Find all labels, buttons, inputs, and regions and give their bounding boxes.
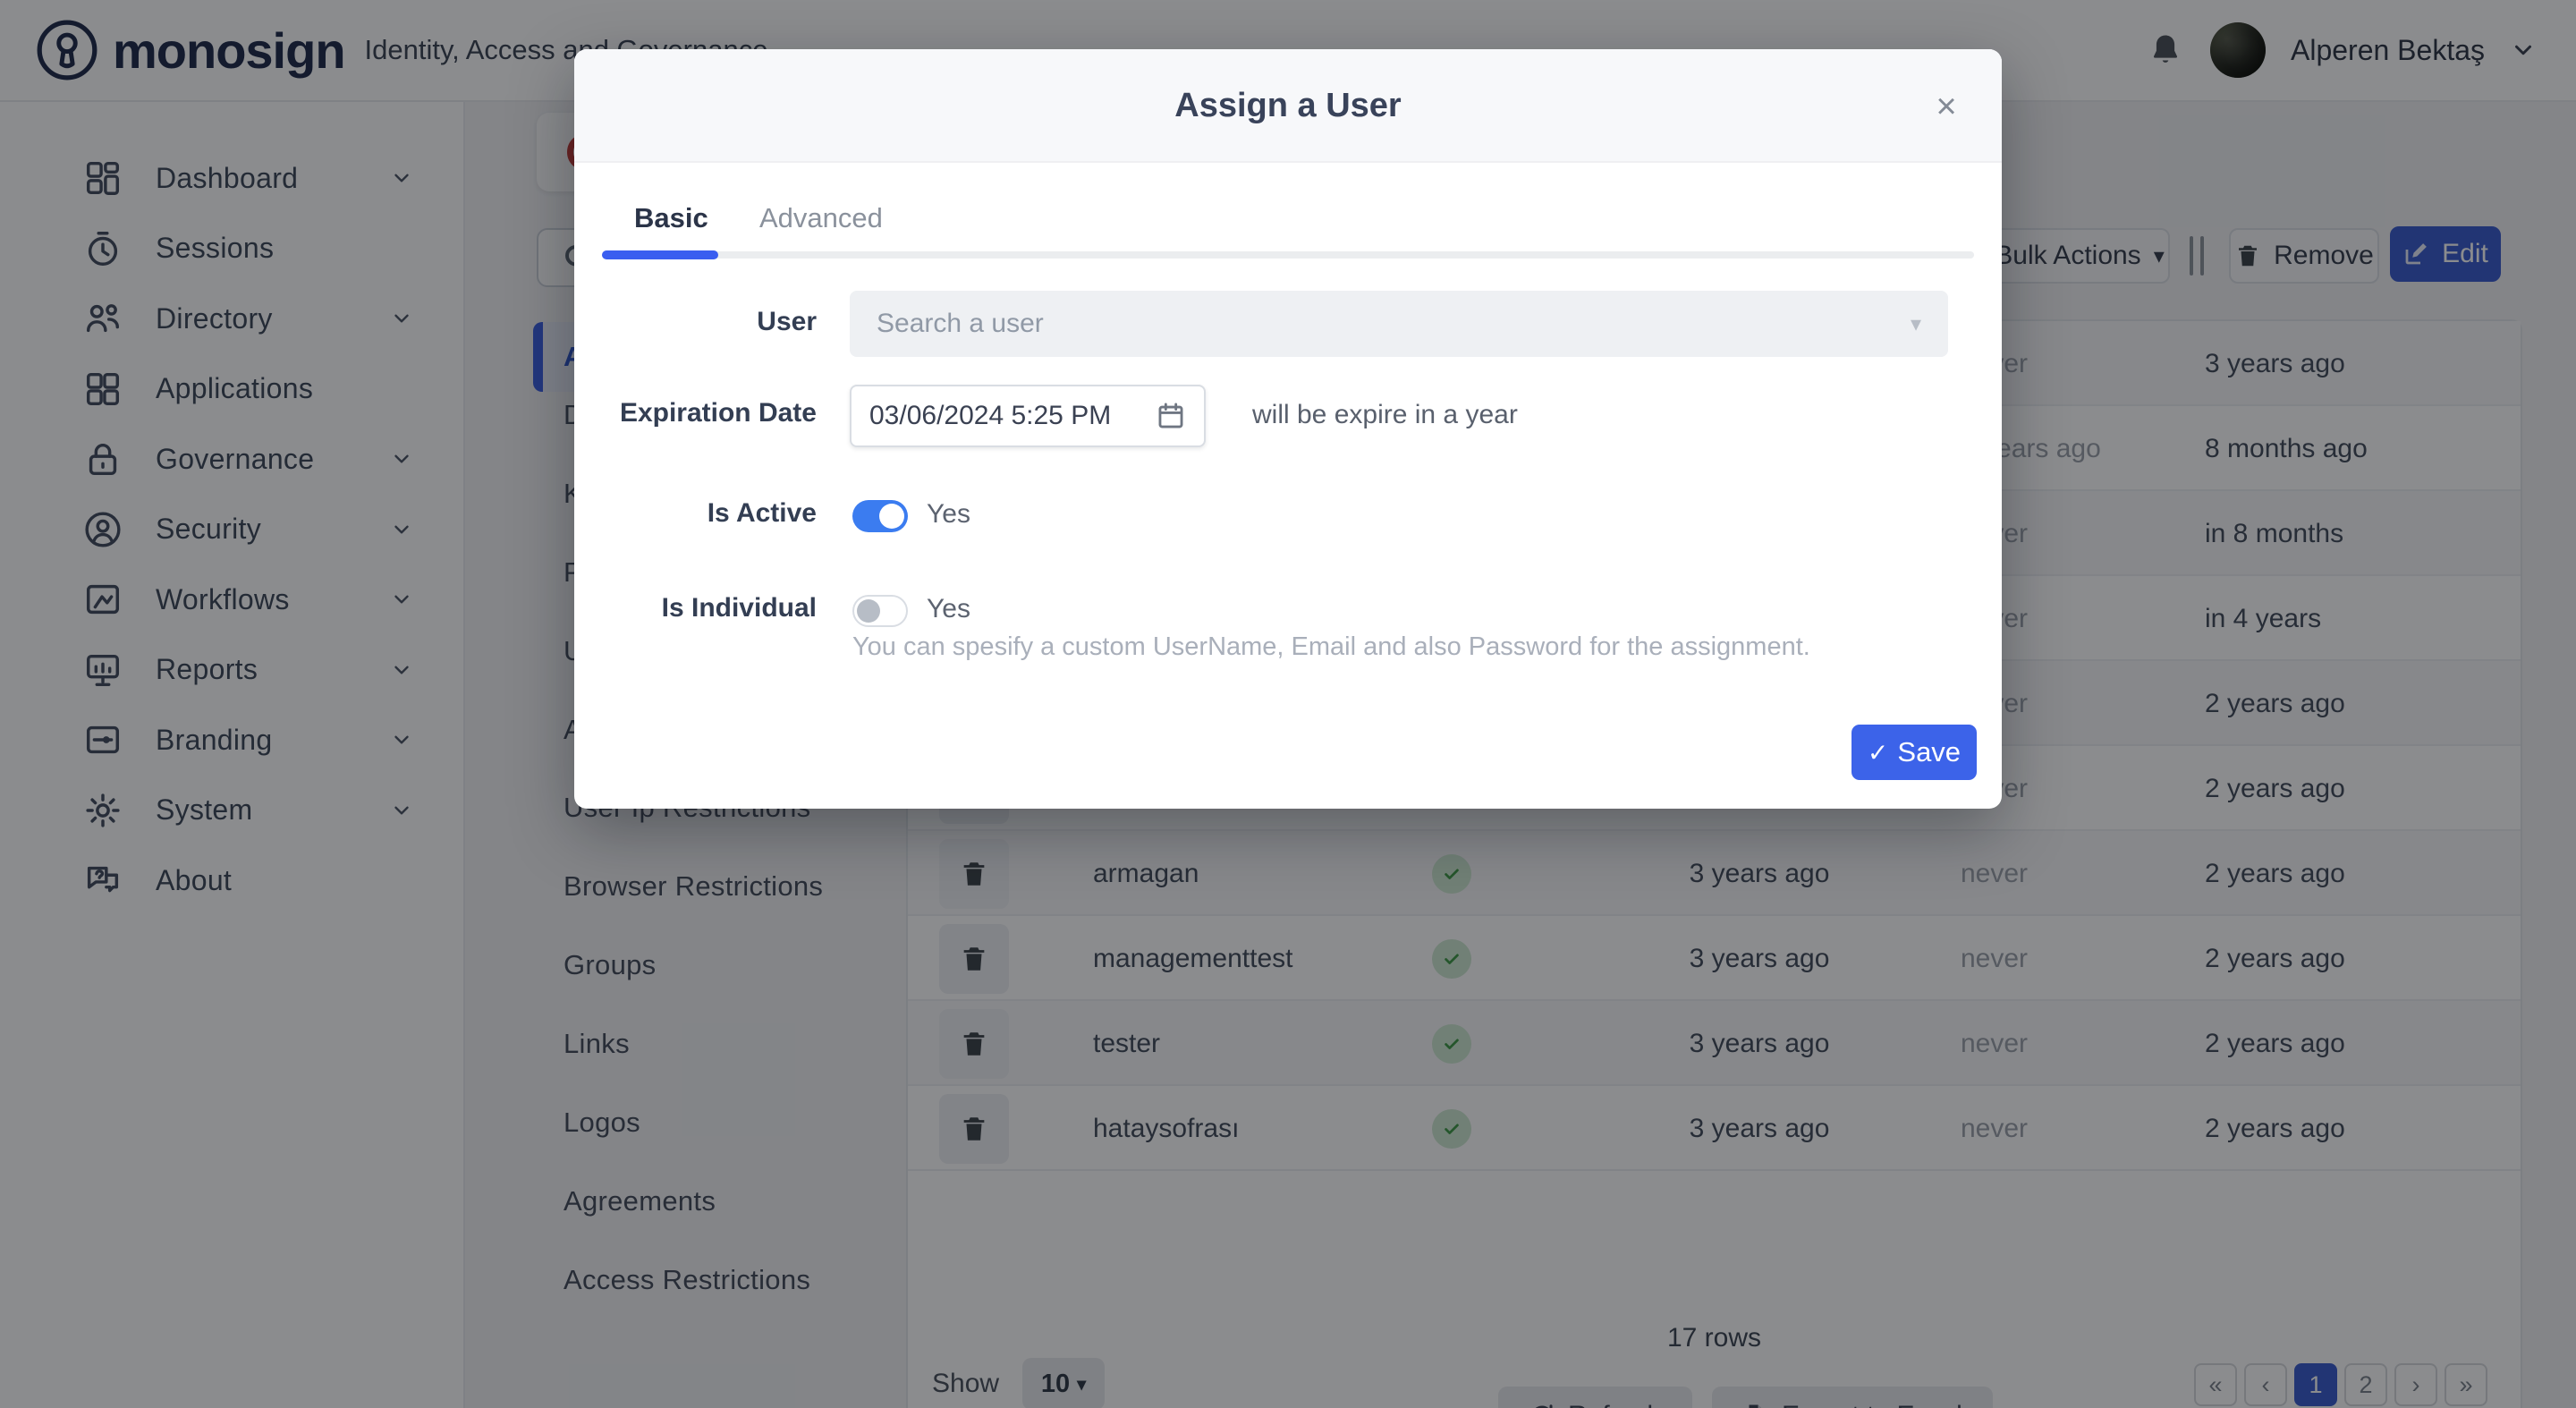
toggle-knob	[879, 504, 904, 529]
user-search-select[interactable]: Search a user ▾	[850, 291, 1948, 357]
check-icon: ✓	[1868, 738, 1888, 768]
save-label: Save	[1897, 736, 1961, 768]
is-active-label: Is Active	[574, 498, 817, 529]
app-root: monosign Identity, Access and Governance…	[0, 0, 2576, 1408]
tab-advanced[interactable]: Advanced	[759, 197, 883, 240]
expiration-hint: will be expire in a year	[1252, 400, 1518, 430]
assign-user-modal: Assign a User × Basic Advanced User Sear…	[574, 49, 2002, 809]
expiration-field-label: Expiration Date	[574, 398, 817, 428]
calendar-icon[interactable]	[1156, 401, 1186, 431]
is-individual-label: Is Individual	[574, 593, 817, 623]
user-field-label: User	[574, 307, 817, 337]
is-individual-value: Yes	[927, 594, 970, 624]
close-icon[interactable]: ×	[1921, 81, 1971, 131]
is-active-toggle[interactable]	[852, 500, 908, 532]
select-caret-icon: ▾	[1911, 311, 1921, 337]
is-active-value: Yes	[927, 499, 970, 530]
is-individual-toggle[interactable]	[852, 595, 908, 627]
expiration-date-value: 03/06/2024 5:25 PM	[869, 401, 1111, 431]
modal-header: Assign a User ×	[574, 49, 2002, 163]
tab-active-indicator	[602, 250, 718, 259]
expiration-date-input[interactable]: 03/06/2024 5:25 PM	[850, 385, 1206, 447]
tab-basic[interactable]: Basic	[634, 197, 708, 240]
is-individual-helper-text: You can spesify a custom UserName, Email…	[852, 632, 1845, 662]
tab-track	[602, 251, 1974, 259]
user-search-placeholder: Search a user	[877, 309, 1044, 339]
save-button[interactable]: ✓ Save	[1852, 725, 1977, 780]
modal-title: Assign a User	[574, 49, 2002, 163]
toggle-knob	[857, 599, 880, 623]
